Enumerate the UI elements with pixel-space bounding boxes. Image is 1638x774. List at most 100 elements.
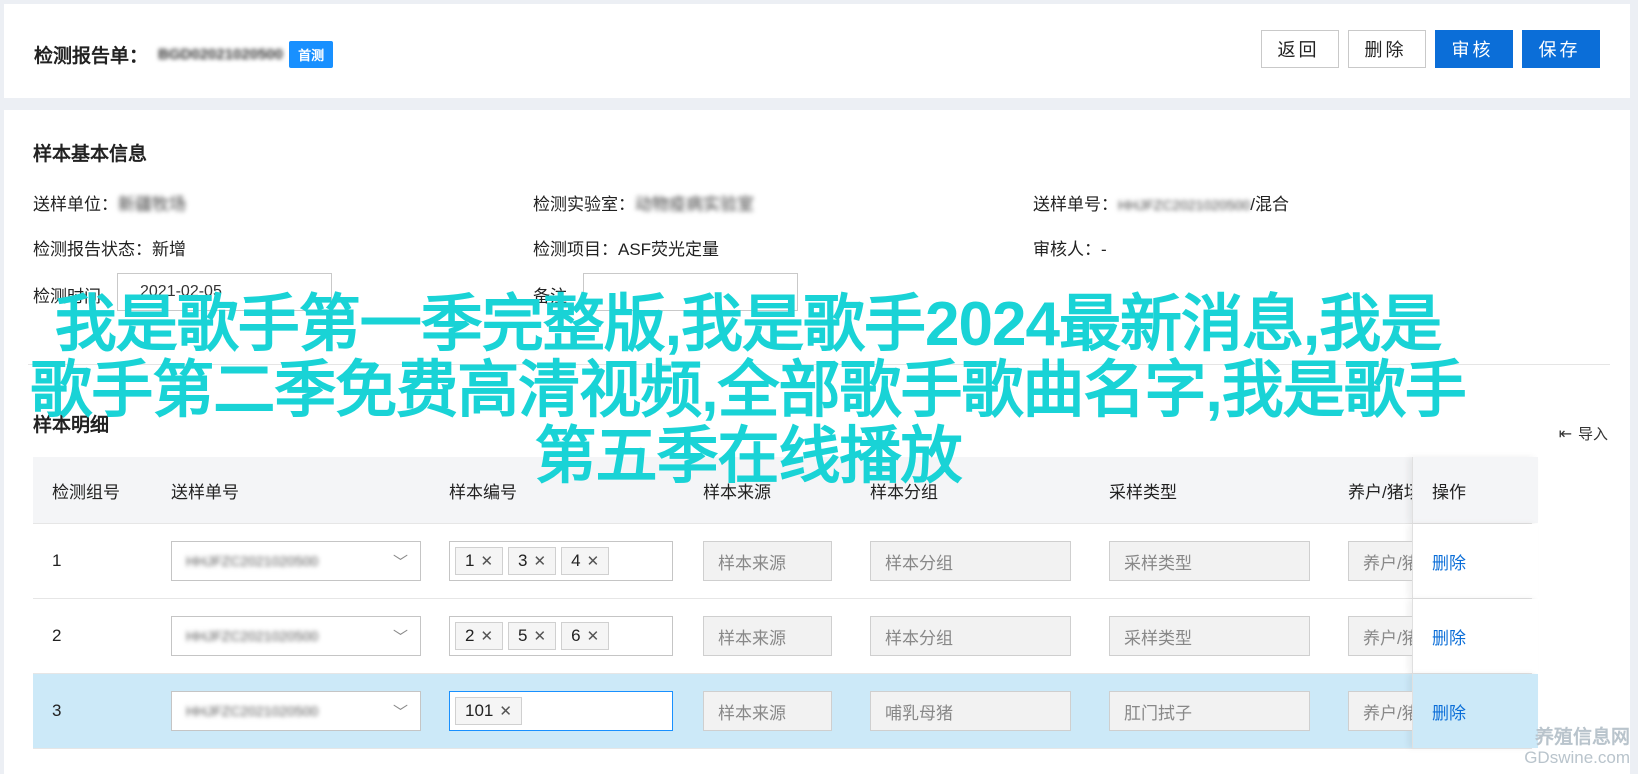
sample-tag-label: 3	[518, 551, 528, 570]
test-item-label: 检测项目：	[533, 240, 618, 259]
row-delete-link[interactable]: 删除	[1432, 549, 1466, 574]
review-button[interactable]: 审核	[1435, 30, 1513, 68]
row-delete-link[interactable]: 删除	[1432, 699, 1466, 724]
report-status-value: 新增	[152, 240, 186, 259]
submit-no-label: 送样单号：	[1033, 195, 1118, 214]
sample-tag: 5 ✕	[508, 622, 557, 650]
sample-tag: 3 ✕	[508, 547, 557, 575]
sample-detail-title: 样本明细	[33, 415, 110, 436]
site-watermark: 养殖信息网 GDswine.com	[1524, 728, 1630, 768]
col-submit-no: 送样单号	[171, 482, 239, 502]
sample-tag-label: 1	[465, 551, 475, 570]
sample-tag: 1 ✕	[455, 547, 504, 575]
submit-no-select[interactable]: HHJFZC2021020500 ﹀	[171, 616, 421, 656]
row-delete-link[interactable]: 删除	[1432, 624, 1466, 649]
sample-no-cell: 101 ✕	[449, 674, 673, 748]
submit-unit-value: 新疆牧场	[118, 195, 186, 214]
submit-no-cell: HHJFZC2021020500 ﹀	[171, 599, 421, 673]
source-input: 样本来源	[703, 541, 832, 581]
sample-tag: 4 ✕	[561, 547, 610, 575]
sample-no-tag-input[interactable]: 2 ✕ 5 ✕ 6 ✕	[449, 616, 673, 656]
table-row[interactable]: 2 HHJFZC2021020500 ﹀ 2 ✕ 5 ✕ 6 ✕ 样本来源 样本分组 …	[33, 599, 1538, 674]
farm-input: 养户/猪场	[1348, 616, 1412, 656]
sample-tag-label: 5	[518, 626, 528, 645]
chevron-down-icon: ﹀	[392, 553, 408, 571]
header-card: 检测报告单： BGD02021020500 首测 返回 删除 审核 保存	[4, 4, 1630, 98]
import-label: 导入	[1577, 426, 1608, 443]
col-grouping: 样本分组	[870, 482, 938, 502]
action-column-header-bg	[1412, 457, 1538, 523]
col-source: 样本来源	[703, 482, 771, 502]
close-icon[interactable]: ✕	[534, 552, 547, 570]
sample-tag-label: 101	[465, 701, 494, 720]
col-action: 操作	[1432, 482, 1466, 502]
action-cell-bg	[1412, 674, 1538, 748]
table-header: 检测组号 送样单号 样本编号 样本来源 样本分组 采样类型 养户/猪场 操作	[33, 457, 1538, 524]
group-cell: 3	[52, 701, 62, 720]
header-actions: 返回 删除 审核 保存	[1261, 30, 1600, 68]
save-button[interactable]: 保存	[1522, 30, 1600, 68]
submit-no-select[interactable]: HHJFZC2021020500 ﹀	[171, 541, 421, 581]
test-time-label: 检测时间	[33, 287, 101, 306]
sample-no-cell: 1 ✕ 3 ✕ 4 ✕	[449, 524, 673, 598]
table-row[interactable]: 1 HHJFZC2021020500 ﹀ 1 ✕ 3 ✕ 4 ✕ 样本来源 样本分组 …	[33, 524, 1538, 599]
reviewer-label: 审核人：	[1033, 240, 1101, 259]
grouping-input: 样本分组	[870, 541, 1071, 581]
lab-info: 检测实验室：动物疫病实验室	[533, 190, 754, 215]
submit-no-select-value: HHJFZC2021020500	[186, 628, 319, 644]
col-sample-type: 采样类型	[1109, 482, 1177, 502]
source-input: 样本来源	[703, 616, 832, 656]
close-icon[interactable]: ✕	[499, 702, 512, 720]
reviewer-info: 审核人：-	[1033, 235, 1107, 260]
sample-no-tag-input[interactable]: 101 ✕	[449, 691, 673, 731]
lab-label: 检测实验室：	[533, 195, 635, 214]
report-code: BGD02021020500	[158, 45, 284, 63]
submit-no-select-value: HHJFZC2021020500	[186, 703, 319, 719]
sample-type-input: 采样类型	[1109, 616, 1310, 656]
sample-no-cell: 2 ✕ 5 ✕ 6 ✕	[449, 599, 673, 673]
sample-tag-label: 6	[571, 626, 581, 645]
remark-input[interactable]	[583, 273, 798, 311]
report-status-info: 检测报告状态：新增	[33, 235, 186, 260]
report-status-label: 检测报告状态：	[33, 240, 152, 259]
col-group: 检测组号	[52, 482, 120, 502]
status-badge: 首测	[289, 40, 334, 68]
lab-value: 动物疫病实验室	[635, 195, 754, 214]
close-icon[interactable]: ✕	[480, 627, 493, 645]
close-icon[interactable]: ✕	[534, 627, 547, 645]
remark-label: 备注	[533, 287, 567, 306]
submit-no-select[interactable]: HHJFZC2021020500 ﹀	[171, 691, 421, 731]
close-icon[interactable]: ✕	[587, 627, 600, 645]
close-icon[interactable]: ✕	[587, 552, 600, 570]
sample-type-input: 肛门拭子	[1109, 691, 1310, 731]
submit-unit-label: 送样单位：	[33, 195, 118, 214]
import-button[interactable]: ⇤ 导入	[1559, 423, 1608, 444]
section-divider	[28, 364, 1610, 365]
source-input: 样本来源	[703, 691, 832, 731]
sample-no-tag-input[interactable]: 1 ✕ 3 ✕ 4 ✕	[449, 541, 673, 581]
reviewer-value: -	[1101, 240, 1107, 259]
col-sample-no: 样本编号	[449, 482, 517, 502]
submit-no-suffix: /混合	[1250, 195, 1290, 214]
test-item-value: ASF荧光定量	[618, 240, 720, 259]
test-time-input[interactable]: 2021-02-05	[117, 273, 332, 311]
delete-button[interactable]: 删除	[1348, 30, 1426, 68]
sample-type-input: 采样类型	[1109, 541, 1310, 581]
farm-input: 养户/猪场	[1348, 691, 1412, 731]
submit-no-select-value: HHJFZC2021020500	[186, 553, 319, 569]
col-farm: 养户/猪场	[1348, 482, 1412, 502]
test-item-info: 检测项目：ASF荧光定量	[533, 235, 719, 260]
grouping-input: 样本分组	[870, 616, 1071, 656]
close-icon[interactable]: ✕	[480, 552, 493, 570]
submit-no-value: HHJFZC2021020500	[1118, 197, 1251, 213]
watermark-url: GDswine.com	[1524, 748, 1630, 767]
grouping-input: 哺乳母猪	[870, 691, 1071, 731]
watermark-title: 养殖信息网	[1534, 727, 1630, 748]
action-cell-bg	[1412, 599, 1538, 673]
sample-table: 检测组号 送样单号 样本编号 样本来源 样本分组 采样类型 养户/猪场 操作 1…	[33, 457, 1538, 749]
farm-input: 养户/猪场	[1348, 541, 1412, 581]
table-row[interactable]: 3 HHJFZC2021020500 ﹀ 101 ✕ 样本来源 哺乳母猪 肛门拭子…	[33, 674, 1538, 749]
back-button[interactable]: 返回	[1261, 30, 1339, 68]
sample-tag-label: 2	[465, 626, 475, 645]
sample-tag-label: 4	[571, 551, 581, 570]
